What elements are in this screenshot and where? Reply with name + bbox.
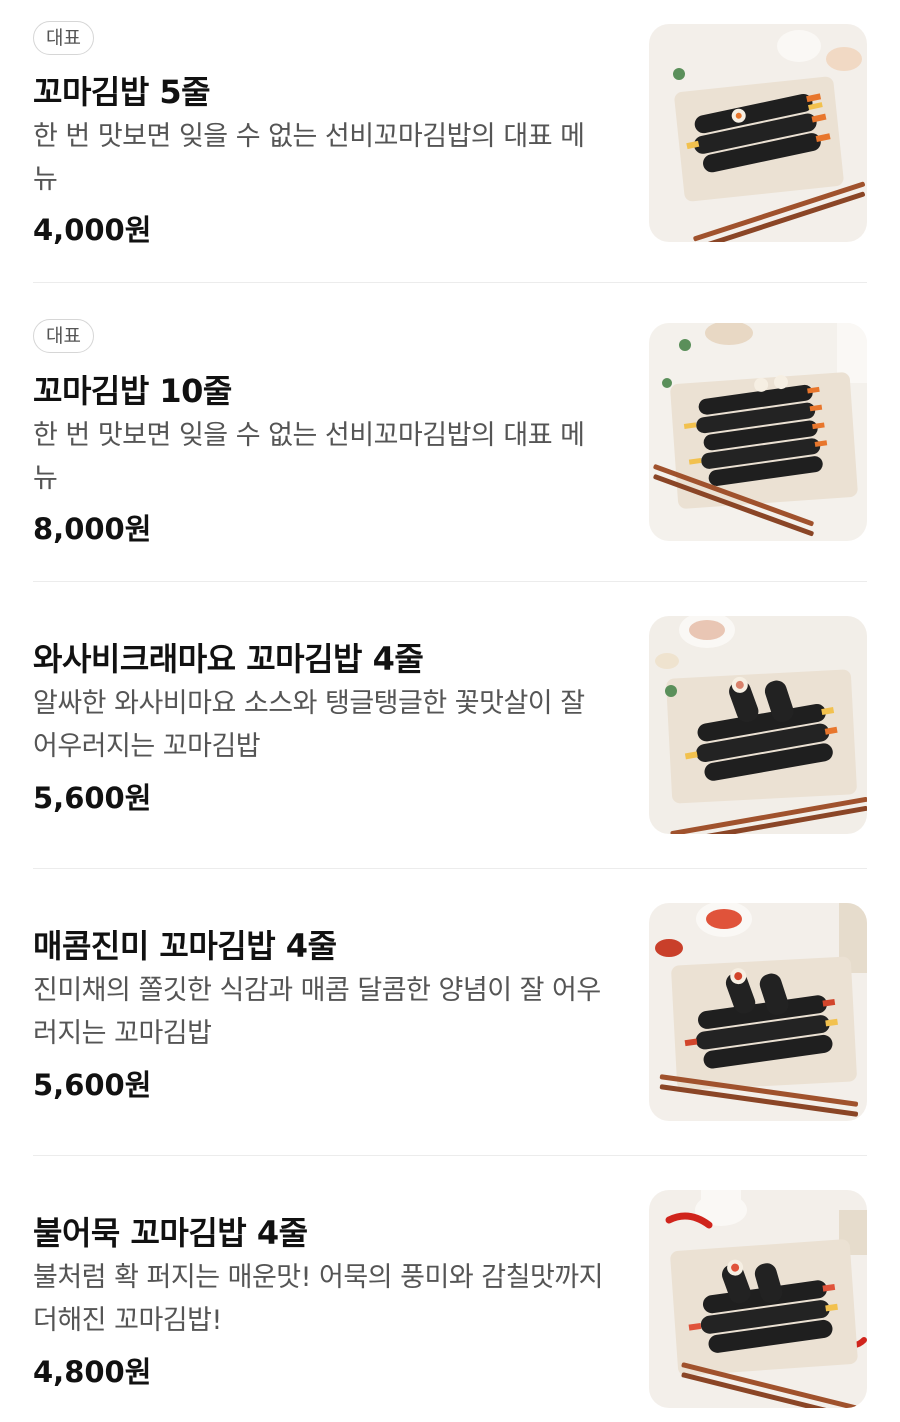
menu-item-name: 꼬마김밥 5줄: [33, 73, 211, 111]
menu-item-fire-fishcake[interactable]: 불어묵 꼬마김밥 4줄 불처럼 확 퍼지는 매운맛! 어묵의 풍미와 감칠맛까지…: [33, 1156, 867, 1422]
menu-item-name: 매콤진미 꼬마김밥 4줄: [33, 927, 337, 965]
kimbap-photo-icon[interactable]: [649, 616, 867, 834]
signature-badge: 대표: [33, 319, 94, 353]
menu-item-description: 진미채의 쫄깃한 식감과 매콤 달콤한 양념이 잘 어우러지는 꼬마김밥: [33, 975, 601, 1049]
menu-item-price: 8,000원: [33, 512, 152, 546]
menu-item-name: 꼬마김밥 10줄: [33, 372, 232, 410]
signature-badge: 대표: [33, 21, 94, 55]
kimbap-photo-icon[interactable]: [649, 903, 867, 1121]
kimbap-photo-icon[interactable]: [649, 1190, 867, 1408]
menu-item-name: 불어묵 꼬마김밥 4줄: [33, 1214, 308, 1252]
menu-item-price: 4,000원: [33, 213, 152, 247]
kimbap-photo-graphic: [649, 616, 867, 834]
menu-item-price: 4,800원: [33, 1355, 152, 1389]
menu-item-description: 알싸한 와사비마요 소스와 탱글탱글한 꽃맛살이 잘 어우러지는 꼬마김밥: [33, 688, 585, 762]
menu-item-kkoma-10[interactable]: 대표 꼬마김밥 10줄 한 번 맛보면 잊을 수 없는 선비꼬마김밥의 대표 메…: [33, 283, 867, 581]
menu-item-name: 와사비크래마요 꼬마김밥 4줄: [33, 640, 424, 678]
menu-item-description: 한 번 맛보면 잊을 수 없는 선비꼬마김밥의 대표 메뉴: [33, 121, 585, 195]
kimbap-photo-graphic: [649, 24, 867, 242]
menu-item-wasabi-crab-mayo[interactable]: 와사비크래마요 꼬마김밥 4줄 알싸한 와사비마요 소스와 탱글탱글한 꽃맛살이…: [33, 582, 867, 868]
menu-item-kkoma-5[interactable]: 대표 꼬마김밥 5줄 한 번 맛보면 잊을 수 없는 선비꼬마김밥의 대표 메뉴…: [33, 0, 867, 282]
menu-item-price: 5,600원: [33, 1068, 152, 1102]
kimbap-photo-graphic: [649, 1190, 867, 1408]
menu-item-description: 한 번 맛보면 잊을 수 없는 선비꼬마김밥의 대표 메뉴: [33, 420, 585, 494]
kimbap-photo-icon[interactable]: [649, 323, 867, 541]
kimbap-photo-graphic: [649, 323, 867, 541]
kimbap-photo-icon[interactable]: [649, 24, 867, 242]
menu-item-spicy-jinmi[interactable]: 매콤진미 꼬마김밥 4줄 진미채의 쫄깃한 식감과 매콤 달콤한 양념이 잘 어…: [33, 869, 867, 1155]
menu-item-description: 불처럼 확 퍼지는 매운맛! 어묵의 풍미와 감칠맛까지 더해진 꼬마김밥!: [33, 1262, 603, 1336]
menu-list: 대표 꼬마김밥 5줄 한 번 맛보면 잊을 수 없는 선비꼬마김밥의 대표 메뉴…: [0, 0, 900, 1422]
kimbap-photo-graphic: [649, 903, 867, 1121]
menu-item-price: 5,600원: [33, 781, 152, 815]
